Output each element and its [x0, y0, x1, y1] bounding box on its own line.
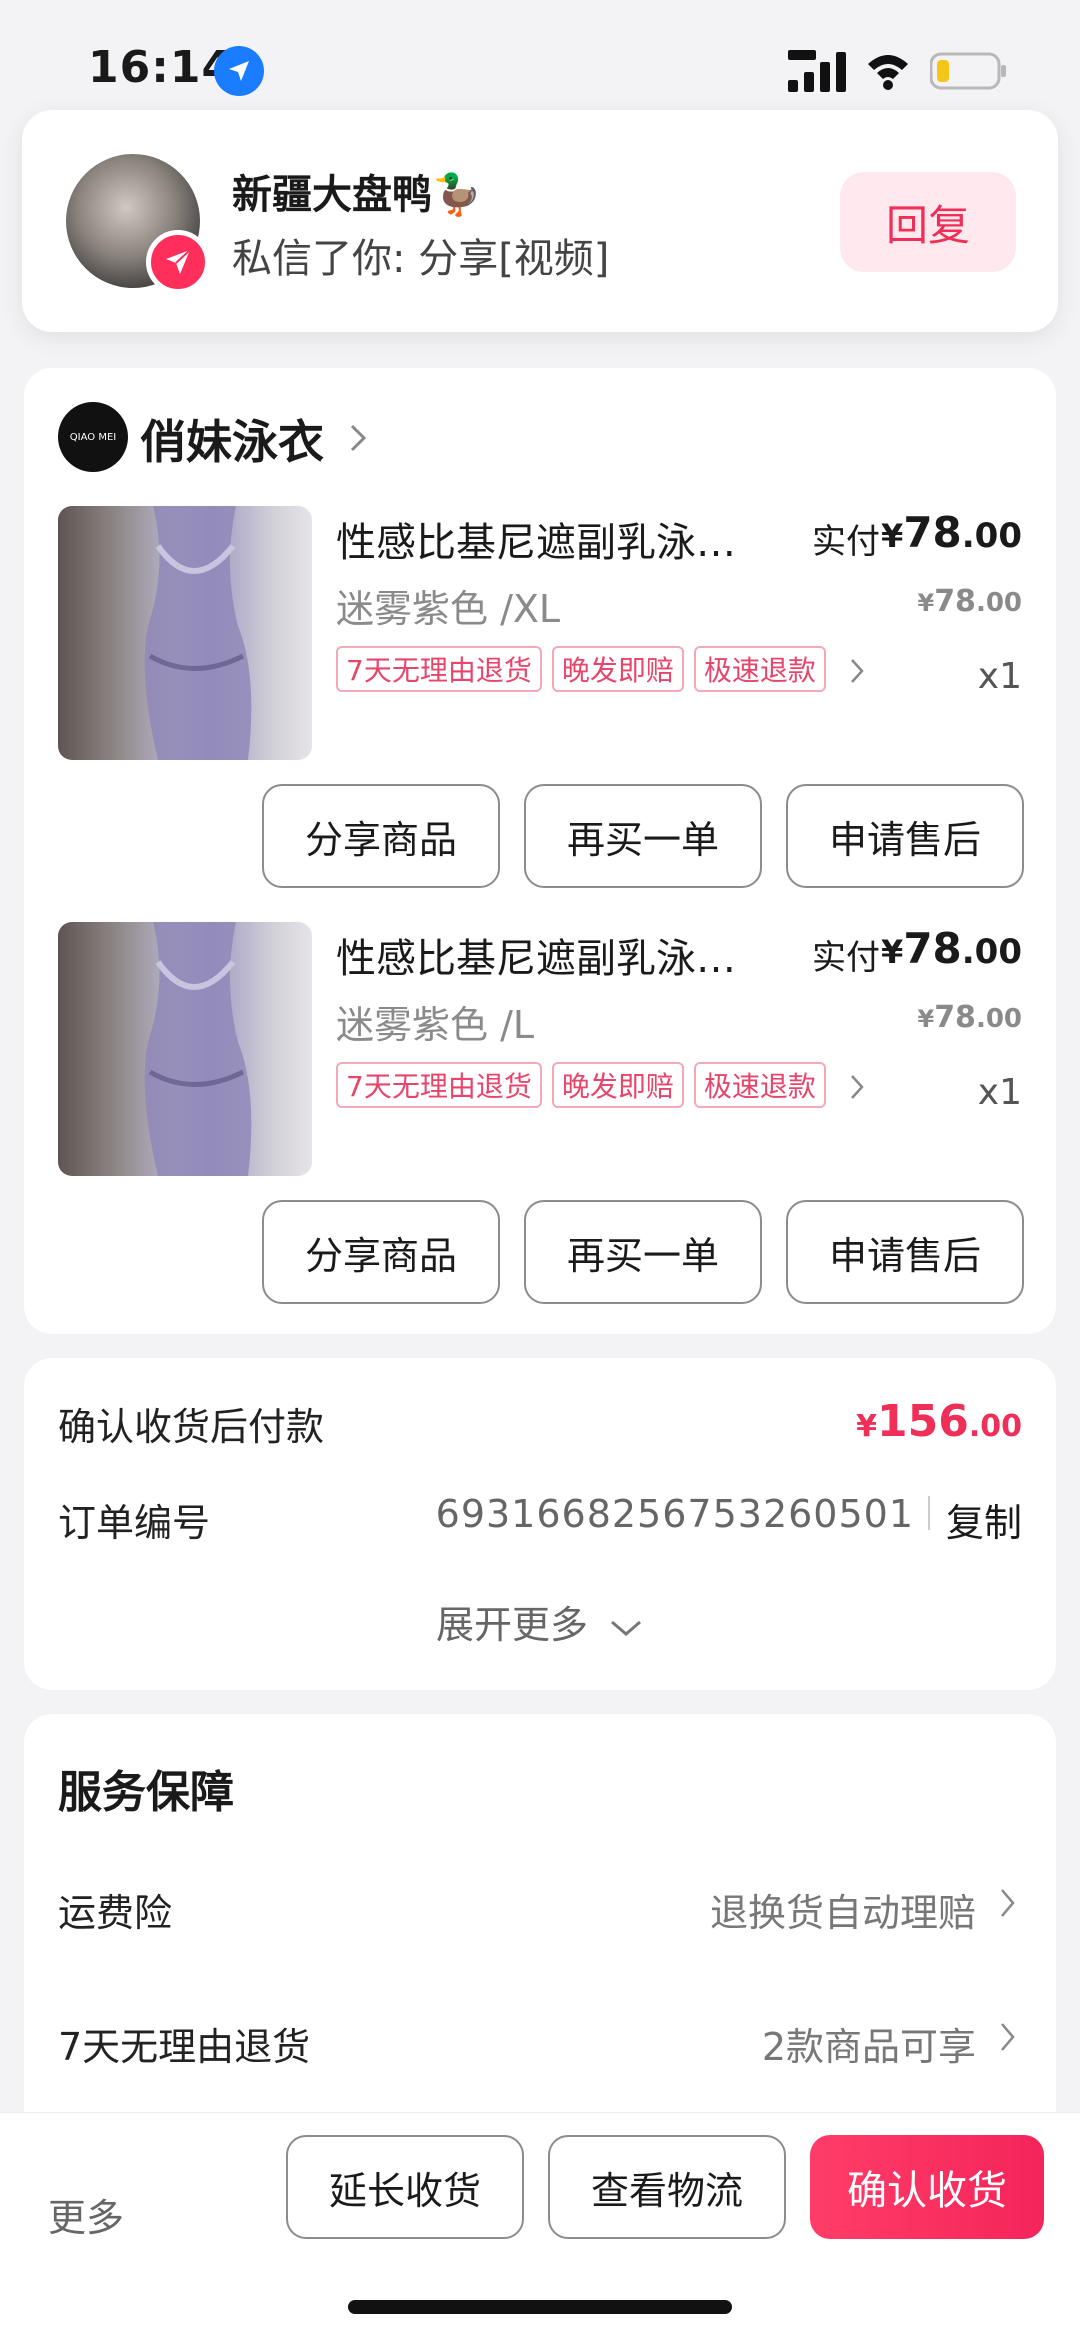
service-tags[interactable]: 7天无理由退货 晚发即赔 极速退款	[336, 1062, 826, 1108]
paid-price: ¥78.00	[881, 508, 1022, 557]
chevron-right-icon[interactable]	[848, 1072, 868, 1102]
item-actions: 分享商品 再买一单 申请售后	[262, 1200, 1024, 1304]
payment-amount: ¥156.00	[856, 1396, 1022, 1447]
order-number: 6931668256753260501	[435, 1492, 914, 1536]
product-title[interactable]: 性感比基尼遮副乳泳衣…	[336, 510, 766, 568]
tag-fast-refund[interactable]: 极速退款	[693, 646, 826, 692]
shop-logo[interactable]: QIAO MEI	[58, 402, 128, 472]
service-row-value[interactable]: 退换货自动理赔	[710, 1882, 976, 1937]
confirm-receipt-button[interactable]: 确认收货	[810, 2135, 1044, 2239]
tag-7day-return[interactable]: 7天无理由退货	[336, 646, 542, 692]
expand-more-label: 展开更多	[435, 1603, 588, 1647]
divider	[928, 1496, 930, 1530]
service-row-label[interactable]: 7天无理由退货	[58, 2016, 310, 2071]
direct-message-icon	[146, 230, 210, 294]
extend-receipt-button[interactable]: 延长收货	[286, 2135, 524, 2239]
buy-again-button[interactable]: 再买一单	[524, 1200, 762, 1304]
item-actions: 分享商品 再买一单 申请售后	[262, 784, 1024, 888]
service-tags[interactable]: 7天无理由退货 晚发即赔 极速退款	[336, 646, 826, 692]
after-sales-button[interactable]: 申请售后	[786, 1200, 1024, 1304]
copy-button[interactable]: 复制	[946, 1492, 1022, 1547]
more-button[interactable]: 更多	[48, 2187, 124, 2242]
sender-name: 新疆大盘鸭🦆	[232, 172, 482, 218]
share-product-button[interactable]: 分享商品	[262, 1200, 500, 1304]
payment-label: 确认收货后付款	[58, 1405, 325, 1449]
order-detail-page: 16:14 新疆大盘鸭🦆 私信了你: 分享[视频] 回复 QIAO MEI 俏妹…	[0, 0, 1080, 2337]
status-time: 16:14	[88, 42, 234, 93]
product-spec: 迷雾紫色 /L	[336, 1003, 535, 1047]
shop-name[interactable]: 俏妹泳衣	[140, 406, 324, 472]
paid-price: ¥78.00	[881, 924, 1022, 973]
tag-7day-return[interactable]: 7天无理由退货	[336, 1062, 542, 1108]
tag-late-compensation[interactable]: 晚发即赔	[551, 646, 684, 692]
service-row-value[interactable]: 2款商品可享	[762, 2016, 976, 2071]
paid-label: 实付	[812, 938, 880, 978]
wifi-icon	[868, 55, 908, 90]
share-product-button[interactable]: 分享商品	[262, 784, 500, 888]
view-logistics-button[interactable]: 查看物流	[548, 2135, 786, 2239]
product-title[interactable]: 性感比基尼遮副乳泳衣…	[336, 926, 766, 984]
message-notification[interactable]: 新疆大盘鸭🦆 私信了你: 分享[视频] 回复	[22, 110, 1058, 332]
cellular-signal-icon	[788, 50, 846, 92]
unit-price: ¥78.00	[917, 584, 1022, 619]
order-item: 性感比基尼遮副乳泳衣… 实付 ¥78.00 迷雾紫色 /L ¥78.00 7天无…	[24, 922, 1056, 1322]
service-title: 服务保障	[58, 1767, 234, 1818]
expand-more-button[interactable]: 展开更多	[24, 1594, 1056, 1649]
home-indicator[interactable]	[348, 2300, 732, 2314]
chevron-right-icon[interactable]	[998, 1886, 1018, 1920]
quantity: x1	[977, 1072, 1022, 1113]
product-spec: 迷雾紫色 /XL	[336, 587, 561, 631]
reply-button[interactable]: 回复	[840, 172, 1016, 272]
chevron-right-icon[interactable]	[998, 2020, 1018, 2054]
after-sales-button[interactable]: 申请售后	[786, 784, 1024, 888]
quantity: x1	[977, 656, 1022, 697]
tag-fast-refund[interactable]: 极速退款	[693, 1062, 826, 1108]
order-number-label: 订单编号	[58, 1501, 211, 1545]
order-items-card: QIAO MEI 俏妹泳衣 性感比基尼遮副乳泳衣… 实付 ¥78.00 迷雾紫色…	[24, 368, 1056, 1334]
service-row-label[interactable]: 运费险	[58, 1882, 172, 1937]
chevron-right-icon[interactable]	[848, 656, 868, 686]
buy-again-button[interactable]: 再买一单	[524, 784, 762, 888]
payment-card: 确认收货后付款 ¥156.00 订单编号 6931668256753260501…	[24, 1358, 1056, 1690]
chevron-down-icon	[611, 1620, 642, 1636]
tag-late-compensation[interactable]: 晚发即赔	[551, 1062, 684, 1108]
battery-icon	[930, 52, 1006, 90]
product-image[interactable]	[58, 506, 312, 760]
paid-label: 实付	[812, 522, 880, 562]
unit-price: ¥78.00	[917, 1000, 1022, 1035]
chevron-right-icon[interactable]	[346, 420, 372, 456]
notification-message: 私信了你: 分享[视频]	[232, 236, 610, 282]
product-image[interactable]	[58, 922, 312, 1176]
order-item: 性感比基尼遮副乳泳衣… 实付 ¥78.00 迷雾紫色 /XL ¥78.00 7天…	[24, 506, 1056, 906]
location-arrow-icon	[214, 46, 264, 96]
